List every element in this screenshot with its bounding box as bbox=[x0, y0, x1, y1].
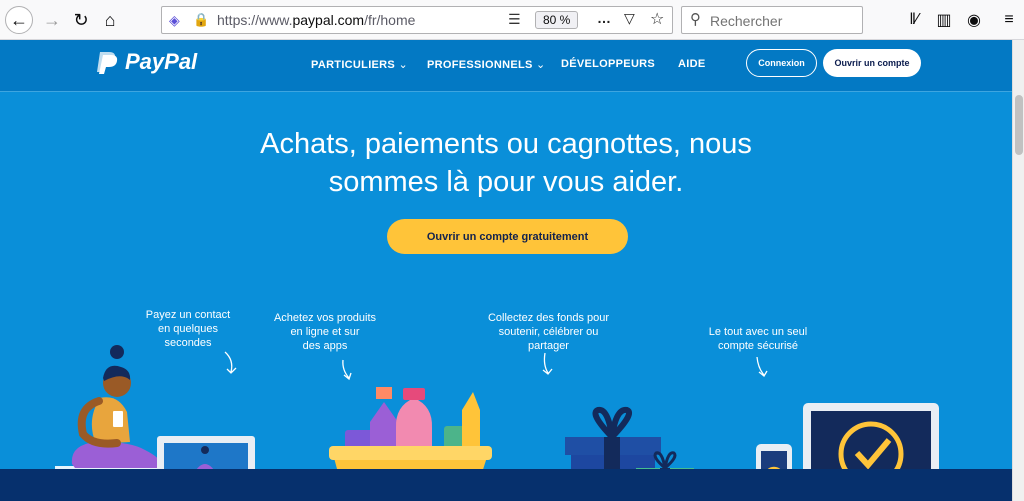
paypal-logo[interactable]: PayPal bbox=[96, 49, 197, 75]
gift-boxes-illustration bbox=[565, 406, 694, 475]
browser-toolbar: ← → ↻ ⌂ ◈ 🔒 https://www.paypal.com/fr/ho… bbox=[0, 0, 1024, 40]
chevron-down-icon: ⌄ bbox=[536, 59, 546, 71]
arrow-icon bbox=[224, 351, 768, 381]
address-bar[interactable]: ◈ 🔒 https://www.paypal.com/fr/home ☰ 80 … bbox=[161, 6, 673, 34]
login-button[interactable]: Connexion bbox=[746, 49, 817, 77]
shopping-basket-illustration bbox=[329, 387, 492, 475]
signup-button[interactable]: Ouvrir un compte bbox=[823, 49, 921, 77]
hero-title: Achats, paiements ou cagnottes, nous som… bbox=[260, 128, 752, 198]
pocket-icon[interactable]: ▽ bbox=[624, 10, 635, 27]
paypal-page: PayPal PARTICULIERS ⌄ PROFESSIONNELS ⌄ D… bbox=[0, 40, 1012, 501]
nav-aide[interactable]: AIDE bbox=[678, 58, 705, 70]
site-header: PayPal PARTICULIERS ⌄ PROFESSIONNELS ⌄ D… bbox=[0, 40, 1012, 92]
library-icon[interactable]: ‖∕ bbox=[902, 8, 926, 32]
sidebar-icon[interactable]: ▥ bbox=[932, 8, 956, 32]
home-icon[interactable]: ⌂ bbox=[96, 6, 124, 34]
nav-particuliers[interactable]: PARTICULIERS ⌄ bbox=[311, 58, 408, 71]
scrollbar-thumb[interactable] bbox=[1015, 95, 1023, 155]
search-placeholder: Rechercher bbox=[710, 13, 783, 29]
search-icon: ⚲ bbox=[690, 11, 701, 28]
paypal-logo-icon bbox=[97, 52, 118, 74]
nav-developpeurs[interactable]: DÉVELOPPEURS bbox=[561, 58, 655, 70]
open-account-button[interactable]: Ouvrir un compte gratuitement bbox=[387, 219, 628, 254]
page-scrollbar[interactable] bbox=[1012, 40, 1024, 501]
forward-icon[interactable]: → bbox=[38, 6, 66, 34]
brand-name: PayPal bbox=[125, 49, 198, 74]
lock-icon[interactable]: 🔒 bbox=[193, 12, 209, 28]
illustrations bbox=[55, 345, 939, 475]
search-input[interactable]: ⚲ Rechercher bbox=[681, 6, 863, 34]
reload-icon[interactable]: ↻ bbox=[67, 6, 95, 34]
shield-icon[interactable]: ◈ bbox=[169, 12, 180, 29]
zoom-level[interactable]: 80 % bbox=[535, 11, 579, 29]
url-text[interactable]: https://www.paypal.com/fr/home bbox=[217, 12, 415, 28]
laptop-checkmark-illustration bbox=[803, 403, 939, 475]
menu-icon[interactable]: ≡ bbox=[997, 8, 1021, 32]
back-icon[interactable]: ← bbox=[5, 6, 33, 34]
nav-professionnels[interactable]: PROFESSIONNELS ⌄ bbox=[427, 58, 546, 71]
star-icon[interactable]: ☆ bbox=[650, 9, 664, 29]
account-icon[interactable]: ◉ bbox=[962, 8, 986, 32]
more-icon[interactable]: … bbox=[597, 10, 611, 26]
reader-icon[interactable]: ☰ bbox=[508, 11, 521, 28]
footer-strip bbox=[0, 469, 1012, 501]
chevron-down-icon: ⌄ bbox=[398, 59, 408, 71]
